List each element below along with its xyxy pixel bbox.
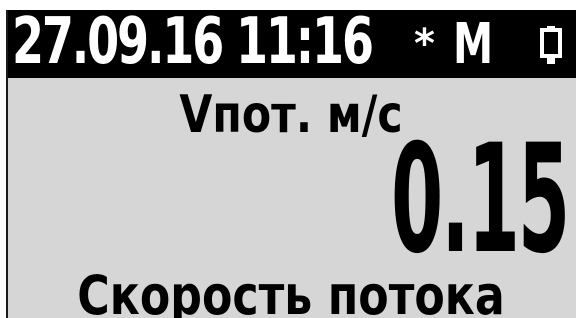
mode-indicator: M: [453, 12, 494, 77]
device-screen: 27.09.16 11:16 * M Vпот. м/с 0.15 Скорос…: [0, 0, 576, 318]
lcd-display: 27.09.16 11:16 * M Vпот. м/с 0.15 Скорос…: [6, 10, 576, 318]
parameter-caption: Скорость потока: [77, 264, 505, 318]
battery-icon: [540, 26, 562, 64]
datetime-readout: 27.09.16 11:16: [12, 10, 374, 79]
star-icon: *: [414, 21, 435, 67]
status-bar: 27.09.16 11:16 * M: [6, 10, 576, 79]
screen-border: [6, 10, 8, 318]
measurement-value: 0.15: [390, 113, 570, 287]
